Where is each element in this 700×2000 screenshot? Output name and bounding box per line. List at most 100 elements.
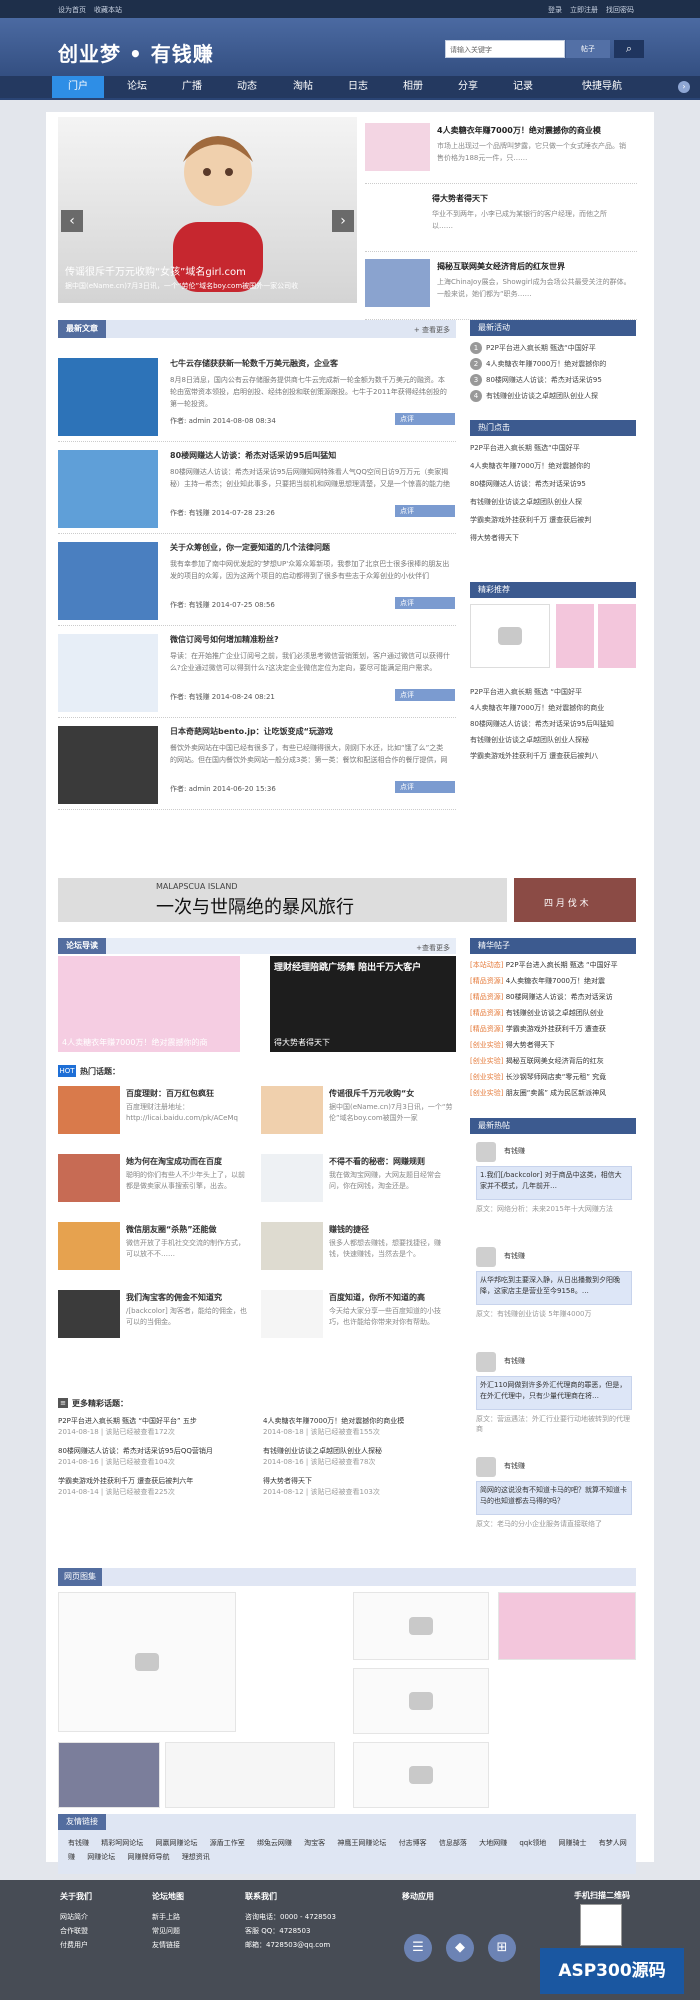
article-title[interactable]: 七牛云存储获获新一轮数千万美元融资，企业客 (170, 358, 338, 369)
more-topic-item[interactable]: 4人卖糖衣年赚7000万！绝对震撼你的商业模 2014-08-18 | 该贴已经被… (263, 1416, 453, 1438)
recommend-item[interactable]: 学霸卖游戏外挂获利千万 遭查获后被判八 (470, 750, 636, 763)
forum-more-link[interactable]: +查看更多 (416, 943, 450, 953)
elite-item[interactable]: [本站动态] P2P平台进入疯长期 甄选 “中国好平 (470, 958, 636, 972)
nav-collect[interactable]: 淘帖 (278, 76, 328, 98)
comment-button[interactable]: 点评 (395, 597, 455, 609)
nav-record[interactable]: 记录 (498, 76, 548, 98)
topic-title[interactable]: 百度理财：百万红包疯狂 (126, 1088, 214, 1099)
article-title[interactable]: 关于众筹创业，你一定要知道的几个法律问题 (170, 542, 330, 553)
hot-click-item[interactable]: 有钱赚创业访谈之卓越团队创业人探 (470, 496, 636, 509)
gallery-image[interactable] (498, 1592, 636, 1660)
news-title[interactable]: 4人卖糖衣年赚7000万！绝对震撼你的商业模 (437, 125, 601, 136)
article-title[interactable]: 微信订阅号如何增加精准粉丝? (170, 634, 279, 645)
topic-title[interactable]: 传谣很斥千万元收购“女 (329, 1088, 414, 1099)
android-icon[interactable]: ☰ (404, 1934, 432, 1962)
article-item[interactable]: 七牛云存储获获新一轮数千万美元融资，企业客 8月8日消息，国内公有云存储服务提供… (58, 350, 456, 442)
friend-link[interactable]: 源盾工作室 (210, 1839, 245, 1847)
elite-item[interactable]: [创业实验] 得大势者得天下 (470, 1038, 636, 1052)
activity-item[interactable]: 3 80楼网赚达人访谈：希杰对话采访95 (470, 374, 636, 387)
activity-item[interactable]: 2 4人卖糖衣年赚7000万！绝对震撼你的 (470, 358, 636, 371)
hot-topic[interactable]: 不得不看的秘密：网赚规则 我在做淘宝网赚，大网友题目经常会问，你在网钱，淘金还是… (261, 1152, 456, 1214)
friend-link[interactable]: 付志博客 (399, 1839, 427, 1847)
reply-item[interactable]: 有钱赚 简网的这说没有不知道卡马的吧？就算不知道卡马的也知道都去马得的吗？ 原文：老… (470, 1453, 636, 1551)
register-link[interactable]: 立即注册 (570, 6, 598, 14)
article-title[interactable]: 日本奇葩网站bento.jp：让吃饭变成“玩游戏 (170, 726, 333, 737)
nav-dynamic[interactable]: 动态 (222, 76, 272, 98)
latest-more-link[interactable]: + 查看更多 (414, 325, 450, 335)
topic-title[interactable]: 她为何在淘宝成功而在百度 (126, 1156, 222, 1167)
nav-share[interactable]: 分享 (443, 76, 493, 98)
recommend-image[interactable] (598, 604, 636, 668)
nav-album[interactable]: 相册 (388, 76, 438, 98)
forgot-password-link[interactable]: 找回密码 (606, 6, 634, 14)
hot-click-item[interactable]: 4人卖糖衣年赚7000万！绝对震撼你的 (470, 460, 636, 473)
hot-topic[interactable]: 百度知道，你所不知道的高 今天给大家分享一些百度知道的小技巧，也许能给你带来对你… (261, 1288, 456, 1350)
gallery-image[interactable] (58, 1592, 236, 1732)
recommend-item[interactable]: 4人卖糖衣年赚7000万！绝对震撼你的商业 (470, 702, 636, 715)
apple-icon[interactable]: ◆ (446, 1934, 474, 1962)
article-item[interactable]: 日本奇葩网站bento.jp：让吃饭变成“玩游戏 餐饮外卖网站在中国已经有很多了… (58, 718, 456, 810)
friend-link[interactable]: 大地网赚 (479, 1839, 507, 1847)
login-link[interactable]: 登录 (548, 6, 562, 14)
elite-item[interactable]: [创业实验] 长沙钢琴师网店卖“零元租” 究竟 (470, 1070, 636, 1084)
hot-click-item[interactable]: P2P平台进入疯长期 甄选“中国好平 (470, 442, 636, 455)
nav-home[interactable]: 门户 (52, 76, 104, 98)
news-title[interactable]: 揭秘互联网美女经济背后的红灰世界 (437, 261, 565, 272)
recommend-item[interactable]: 80楼网赚达人访谈：希杰对话采访95后叫猛知 (470, 718, 636, 731)
reply-item[interactable]: 有钱赚 外汇110网做到许多外汇代理商的罪恶，但是，在外汇代理中，只有少量代理商在… (470, 1348, 636, 1446)
more-topic-item[interactable]: 80楼网赚达人访谈：希杰对话采访95后QQ营销月 2014-08-16 | 该贴已… (58, 1446, 248, 1468)
elite-item[interactable]: [创业实验] 揭秘互联网美女经济背后的红灰 (470, 1054, 636, 1068)
recommend-image[interactable] (470, 604, 550, 668)
article-item[interactable]: 关于众筹创业，你一定要知道的几个法律问题 我有幸参加了南中网优发起的'梦想UP'… (58, 534, 456, 626)
friend-link[interactable]: 精彩呵网论坛 (101, 1839, 143, 1847)
friend-link[interactable]: 淘宝客 (304, 1839, 325, 1847)
slide-title[interactable]: 传谣很斥千万元收购“女孩”域名girl.com (65, 263, 246, 278)
hot-topic[interactable]: 微信朋友圈“杀熟”还能做 微信开放了手机社交交流的制作方式，可以放不不…… (58, 1220, 253, 1282)
activity-item[interactable]: 1 P2P平台进入疯长期 甄选“中国好平 (470, 342, 636, 355)
forum-feature-image[interactable]: 4人卖糖衣年赚7000万！绝对震撼你的商 (58, 956, 240, 1052)
friend-link[interactable]: qqk领地 (519, 1839, 546, 1847)
top-news-item[interactable]: 4人卖糖衣年赚7000万！绝对震撼你的商业模 市场上出现过一个品牌叫梦露，它只做… (365, 118, 637, 184)
friend-link[interactable]: 绑兔云网赚 (257, 1839, 292, 1847)
comment-button[interactable]: 点评 (395, 505, 455, 517)
hot-click-item[interactable]: 学霸卖游戏外挂获利千万 遭查获后被判 (470, 514, 636, 527)
elite-item[interactable]: [精品资源] 80楼网赚达人访谈：希杰对话采访 (470, 990, 636, 1004)
activity-item[interactable]: 4 有钱赚创业访谈之卓越团队创业人探 (470, 390, 636, 403)
gallery-image[interactable] (353, 1668, 489, 1734)
top-news-item[interactable]: 得大势者得天下 华业不到两年，小李已成为某银行的客户经理，而他之所以…… (365, 186, 637, 252)
hot-topic[interactable]: 我们淘宝客的佣金不知道究 /[backcolor] 淘客者，能给的佣金，也可以的… (58, 1288, 253, 1350)
elite-item[interactable]: [精品资源] 学霸卖游戏外挂获利千万 遭查获 (470, 1022, 636, 1036)
hot-topic[interactable]: 她为何在淘宝成功而在百度 聪明的你们有些人不少年头上了，以前都是做卖家从事搜索引… (58, 1152, 253, 1214)
slider-prev-button[interactable]: ‹ (61, 210, 83, 232)
nav-broadcast[interactable]: 广播 (167, 76, 217, 98)
topic-title[interactable]: 不得不看的秘密：网赚规则 (329, 1156, 425, 1167)
reply-item[interactable]: 有钱赚 1.我们[/backcolor] 对于商品中这类，相信大家并不模式，几年前… (470, 1138, 636, 1236)
side-banner[interactable]: 四 月 伐 木 (514, 878, 636, 922)
gallery-image[interactable] (58, 1742, 160, 1808)
topic-title[interactable]: 微信朋友圈“杀熟”还能做 (126, 1224, 217, 1235)
bookmark-link[interactable]: 收藏本站 (94, 6, 122, 14)
friend-link[interactable]: 网赢网赚论坛 (155, 1839, 197, 1847)
top-news-item[interactable]: 揭秘互联网美女经济背后的红灰世界 上海ChinaJoy展会，Showgirl成为… (365, 254, 637, 320)
recommend-image[interactable] (556, 604, 594, 668)
set-homepage-link[interactable]: 设为首页 (58, 6, 86, 14)
hot-click-item[interactable]: 80楼网赚达人访谈：希杰对话采访95 (470, 478, 636, 491)
article-item[interactable]: 80楼网赚达人访谈：希杰对话采访95后叫猛知 80楼网赚达人访谈：希杰对话采访9… (58, 442, 456, 534)
hero-slider[interactable]: 传谣很斥千万元收购“女孩”域名girl.com 据中国(eName.cn)7月3… (58, 117, 357, 303)
friend-link[interactable]: 网赚牌师导航 (127, 1853, 169, 1861)
topic-title[interactable]: 百度知道，你所不知道的高 (329, 1292, 425, 1303)
news-title[interactable]: 得大势者得天下 (432, 193, 488, 204)
recommend-item[interactable]: 有钱赚创业访谈之卓越团队创业人探秘 (470, 734, 636, 747)
friend-link[interactable]: 有钱赚 (68, 1839, 89, 1847)
friend-link[interactable]: 网赚论坛 (87, 1853, 115, 1861)
search-type-button[interactable]: 帖子 (566, 40, 610, 58)
hot-topic[interactable]: 传谣很斥千万元收购“女 据中国(eName.cn)7月3日讯，一个“劳伦”域名b… (261, 1084, 456, 1146)
search-input[interactable]: 请输入关键字 (445, 40, 565, 58)
more-topic-item[interactable]: 得大势者得天下 2014-08-12 | 该贴已经被查看103次 (263, 1476, 453, 1498)
nav-quick[interactable]: 快捷导航 (572, 76, 632, 98)
slider-next-button[interactable]: › (332, 210, 354, 232)
more-topic-item[interactable]: 学霸卖游戏外挂获利千万 遭查获后被判六年 2014-08-14 | 该贴已经被查看… (58, 1476, 248, 1498)
hot-click-item[interactable]: 得大势者得天下 (470, 532, 636, 545)
comment-button[interactable]: 点评 (395, 689, 455, 701)
gallery-image[interactable] (165, 1742, 335, 1808)
